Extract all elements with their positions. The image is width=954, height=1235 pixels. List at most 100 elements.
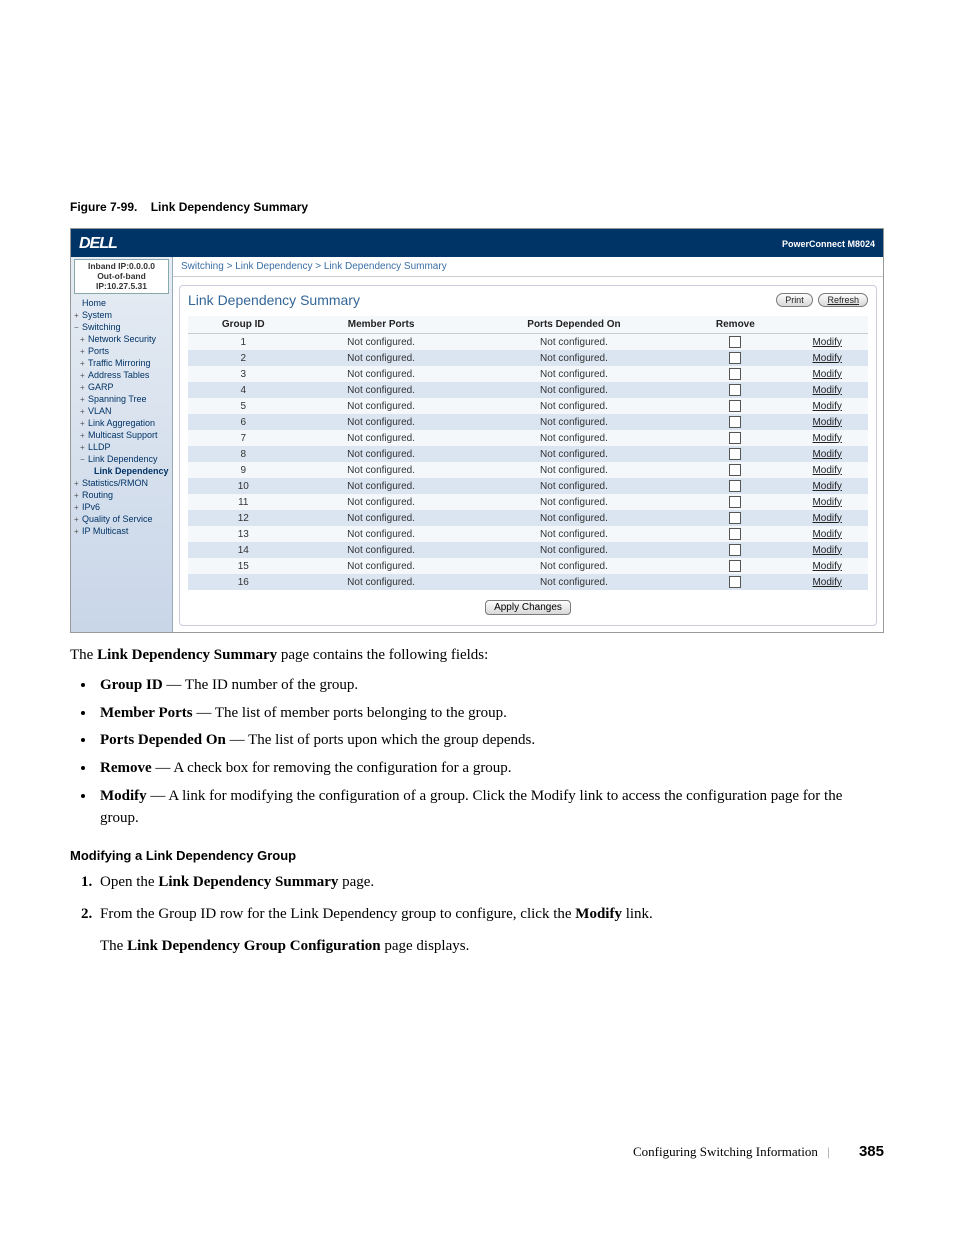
- sidebar-item[interactable]: +Quality of Service: [74, 513, 169, 525]
- cell-group-id: 6: [188, 414, 299, 430]
- cell-modify: Modify: [786, 542, 868, 558]
- cell-modify: Modify: [786, 350, 868, 366]
- sidebar-item[interactable]: −Link Dependency: [74, 453, 169, 465]
- table-row: 4Not configured.Not configured.Modify: [188, 382, 868, 398]
- modify-link[interactable]: Modify: [812, 513, 841, 524]
- cell-modify: Modify: [786, 510, 868, 526]
- modify-link[interactable]: Modify: [812, 353, 841, 364]
- sidebar-item[interactable]: −Switching: [74, 321, 169, 333]
- cell-group-id: 1: [188, 334, 299, 351]
- modify-link[interactable]: Modify: [812, 417, 841, 428]
- plus-icon: +: [74, 515, 82, 524]
- remove-checkbox[interactable]: [729, 560, 741, 572]
- cell-group-id: 11: [188, 494, 299, 510]
- sidebar-item-label: Traffic Mirroring: [88, 358, 151, 368]
- cell-ports-depended: Not configured.: [464, 558, 685, 574]
- sidebar-item[interactable]: +Multicast Support: [74, 429, 169, 441]
- cell-group-id: 2: [188, 350, 299, 366]
- sidebar-item[interactable]: +Spanning Tree: [74, 393, 169, 405]
- cell-ports-depended: Not configured.: [464, 366, 685, 382]
- cell-modify: Modify: [786, 334, 868, 351]
- modify-link[interactable]: Modify: [812, 385, 841, 396]
- sidebar-item[interactable]: +Statistics/RMON: [74, 477, 169, 489]
- remove-checkbox[interactable]: [729, 528, 741, 540]
- sidebar-item[interactable]: +GARP: [74, 381, 169, 393]
- cell-group-id: 14: [188, 542, 299, 558]
- apply-changes-button[interactable]: Apply Changes: [485, 600, 571, 615]
- cell-member-ports: Not configured.: [299, 350, 464, 366]
- print-button[interactable]: Print: [776, 293, 813, 307]
- cell-modify: Modify: [786, 494, 868, 510]
- sidebar-item-label: Switching: [82, 322, 121, 332]
- remove-checkbox[interactable]: [729, 336, 741, 348]
- remove-checkbox[interactable]: [729, 448, 741, 460]
- modify-link[interactable]: Modify: [812, 561, 841, 572]
- plus-icon: +: [80, 395, 88, 404]
- remove-checkbox[interactable]: [729, 496, 741, 508]
- sidebar-item[interactable]: +Address Tables: [74, 369, 169, 381]
- cell-group-id: 16: [188, 574, 299, 590]
- modify-link[interactable]: Modify: [812, 369, 841, 380]
- remove-checkbox[interactable]: [729, 400, 741, 412]
- cell-modify: Modify: [786, 526, 868, 542]
- outband-ip: Out-of-band IP:10.27.5.31: [77, 272, 166, 292]
- modify-link[interactable]: Modify: [812, 449, 841, 460]
- cell-group-id: 12: [188, 510, 299, 526]
- cell-modify: Modify: [786, 558, 868, 574]
- sidebar-item-label: System: [82, 310, 112, 320]
- modify-link[interactable]: Modify: [812, 337, 841, 348]
- body-text: The Link Dependency Summary page contain…: [70, 645, 884, 957]
- sidebar-item[interactable]: Link Dependency: [74, 465, 169, 477]
- modify-link[interactable]: Modify: [812, 401, 841, 412]
- cell-remove: [684, 398, 786, 414]
- plus-icon: +: [80, 443, 88, 452]
- table-row: 10Not configured.Not configured.Modify: [188, 478, 868, 494]
- remove-checkbox[interactable]: [729, 512, 741, 524]
- modify-link[interactable]: Modify: [812, 497, 841, 508]
- sidebar-item[interactable]: +VLAN: [74, 405, 169, 417]
- cell-ports-depended: Not configured.: [464, 462, 685, 478]
- cell-remove: [684, 382, 786, 398]
- sidebar-item[interactable]: +IPv6: [74, 501, 169, 513]
- modify-link[interactable]: Modify: [812, 465, 841, 476]
- sidebar-item-label: IP Multicast: [82, 526, 128, 536]
- cell-group-id: 13: [188, 526, 299, 542]
- remove-checkbox[interactable]: [729, 480, 741, 492]
- remove-checkbox[interactable]: [729, 368, 741, 380]
- plus-icon: +: [80, 431, 88, 440]
- modify-link[interactable]: Modify: [812, 545, 841, 556]
- cell-member-ports: Not configured.: [299, 382, 464, 398]
- sidebar-item[interactable]: +IP Multicast: [74, 525, 169, 537]
- sidebar-item[interactable]: Home: [74, 297, 169, 309]
- sidebar-item[interactable]: +Ports: [74, 345, 169, 357]
- cell-modify: Modify: [786, 478, 868, 494]
- sidebar-item-label: Quality of Service: [82, 514, 153, 524]
- remove-checkbox[interactable]: [729, 432, 741, 444]
- remove-checkbox[interactable]: [729, 464, 741, 476]
- table-row: 12Not configured.Not configured.Modify: [188, 510, 868, 526]
- modify-link[interactable]: Modify: [812, 529, 841, 540]
- plus-icon: +: [74, 311, 82, 320]
- sidebar-item-label: Link Aggregation: [88, 418, 155, 428]
- sidebar-item[interactable]: +System: [74, 309, 169, 321]
- remove-checkbox[interactable]: [729, 576, 741, 588]
- sidebar-item[interactable]: +Routing: [74, 489, 169, 501]
- sidebar-item[interactable]: +Link Aggregation: [74, 417, 169, 429]
- remove-checkbox[interactable]: [729, 544, 741, 556]
- remove-checkbox[interactable]: [729, 416, 741, 428]
- sidebar-item[interactable]: +LLDP: [74, 441, 169, 453]
- sidebar-item[interactable]: +Traffic Mirroring: [74, 357, 169, 369]
- plus-icon: +: [80, 383, 88, 392]
- cell-remove: [684, 414, 786, 430]
- section-heading: Modifying a Link Dependency Group: [70, 847, 884, 866]
- remove-checkbox[interactable]: [729, 384, 741, 396]
- modify-link[interactable]: Modify: [812, 481, 841, 492]
- refresh-button[interactable]: Refresh: [818, 293, 868, 307]
- sidebar-item[interactable]: +Network Security: [74, 333, 169, 345]
- remove-checkbox[interactable]: [729, 352, 741, 364]
- modify-link[interactable]: Modify: [812, 577, 841, 588]
- main-content: Switching > Link Dependency > Link Depen…: [173, 257, 883, 632]
- cell-remove: [684, 430, 786, 446]
- model-label: PowerConnect M8024: [782, 239, 875, 249]
- modify-link[interactable]: Modify: [812, 433, 841, 444]
